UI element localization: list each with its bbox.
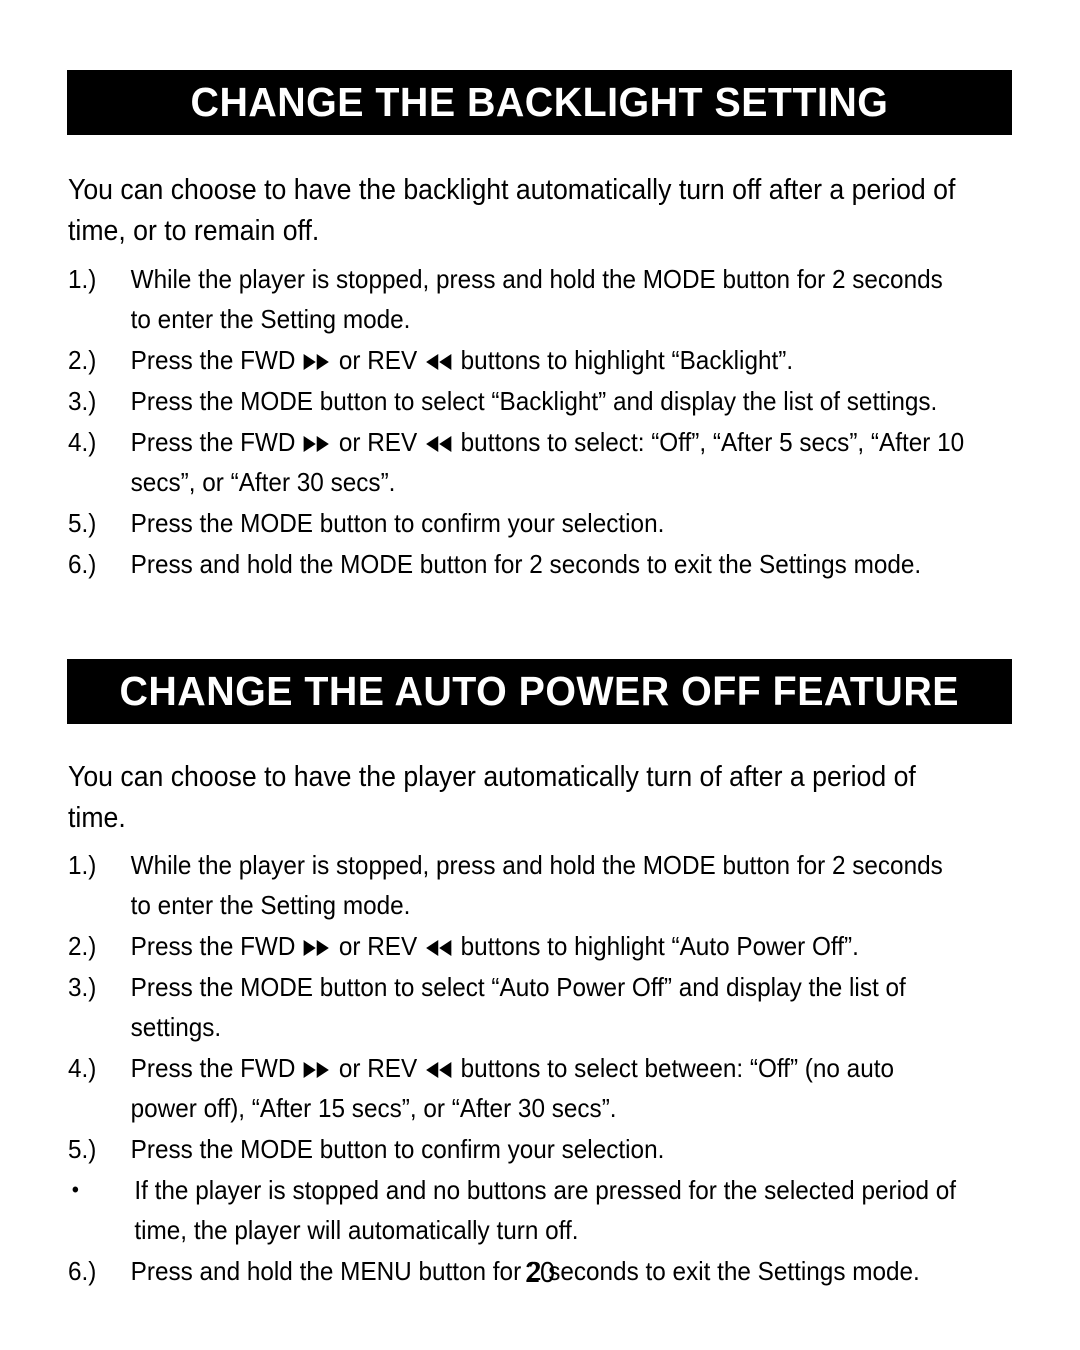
step-number-marker: 2.)	[68, 345, 97, 375]
step-text: While the player is stopped, press and h…	[130, 850, 943, 920]
section-intro-auto-power-off: You can choose to have the player automa…	[68, 761, 916, 834]
step-item: 4.) Press the FWD or REV buttons to selec…	[68, 422, 966, 502]
step-number-marker: 5.)	[68, 508, 97, 538]
step-item: 6.) Press and hold the MODE button for 2 …	[68, 544, 966, 584]
rewind-icon	[424, 937, 454, 958]
step-number-marker: 1.)	[68, 264, 97, 294]
fast-forward-icon	[302, 1059, 332, 1080]
rewind-icon	[424, 351, 454, 372]
step-item: • If the player is stopped and no buttons…	[68, 1170, 966, 1250]
step-number-marker: 4.)	[68, 427, 97, 457]
step-item: 2.) Press the FWD or REV buttons to highl…	[68, 340, 966, 380]
step-item: 3.) Press the MODE button to select “Auto…	[68, 967, 966, 1047]
section-heading-bar-auto-power-off: CHANGE THE AUTO POWER OFF FEATURE	[67, 659, 1012, 724]
section-heading-text: CHANGE THE BACKLIGHT SETTING	[190, 79, 889, 125]
step-text: While the player is stopped, press and h…	[130, 264, 943, 334]
fast-forward-icon	[302, 433, 332, 454]
step-item: 1.) While the player is stopped, press an…	[68, 259, 966, 339]
step-bullet-marker: •	[71, 1177, 79, 1202]
step-number-marker: 3.)	[68, 972, 97, 1002]
section-heading-bar-backlight: CHANGE THE BACKLIGHT SETTING	[67, 70, 1012, 135]
step-number-marker: 2.)	[68, 931, 97, 961]
fast-forward-icon	[302, 351, 332, 372]
step-text: Press the MODE button to confirm your se…	[130, 1134, 665, 1164]
rewind-icon	[424, 1059, 454, 1080]
step-number-marker: 3.)	[68, 386, 97, 416]
manual-page: CHANGE THE BACKLIGHT SETTING You can cho…	[0, 0, 1080, 1350]
step-item: 5.) Press the MODE button to confirm your…	[68, 1129, 966, 1169]
step-item: 3.) Press the MODE button to select “Back…	[68, 381, 966, 421]
step-text: Press the FWD or REV buttons to highligh…	[130, 931, 859, 961]
step-text: If the player is stopped and no buttons …	[134, 1175, 957, 1245]
fast-forward-icon	[302, 937, 332, 958]
step-number-marker: 4.)	[68, 1053, 97, 1083]
step-text: Press the FWD or REV buttons to highligh…	[130, 345, 794, 375]
step-number-marker: 5.)	[68, 1134, 97, 1164]
step-text: Press the FWD or REV buttons to select: …	[130, 427, 965, 497]
step-text: Press and hold the MODE button for 2 sec…	[130, 549, 922, 579]
section-heading-text: CHANGE THE AUTO POWER OFF FEATURE	[119, 668, 960, 714]
step-text: Press the MODE button to select “Auto Po…	[130, 972, 906, 1042]
step-text: Press the MODE button to select “Backlig…	[130, 386, 938, 416]
step-list-backlight: 1.) While the player is stopped, press an…	[68, 259, 966, 585]
section-intro-backlight: You can choose to have the backlight aut…	[68, 174, 956, 247]
step-number-marker: 1.)	[68, 850, 97, 880]
step-text: Press the FWD or REV buttons to select b…	[130, 1053, 894, 1123]
step-list-auto-power-off: 1.) While the player is stopped, press an…	[68, 845, 966, 1292]
step-text: Press the MODE button to confirm your se…	[130, 508, 665, 538]
step-item: 5.) Press the MODE button to confirm your…	[68, 503, 966, 543]
step-item: 2.) Press the FWD or REV buttons to highl…	[68, 926, 966, 966]
step-item: 4.) Press the FWD or REV buttons to selec…	[68, 1048, 966, 1128]
step-number-marker: 6.)	[68, 549, 97, 579]
rewind-icon	[424, 433, 454, 454]
step-item: 1.) While the player is stopped, press an…	[68, 845, 966, 925]
page-number: 20	[524, 1257, 555, 1289]
